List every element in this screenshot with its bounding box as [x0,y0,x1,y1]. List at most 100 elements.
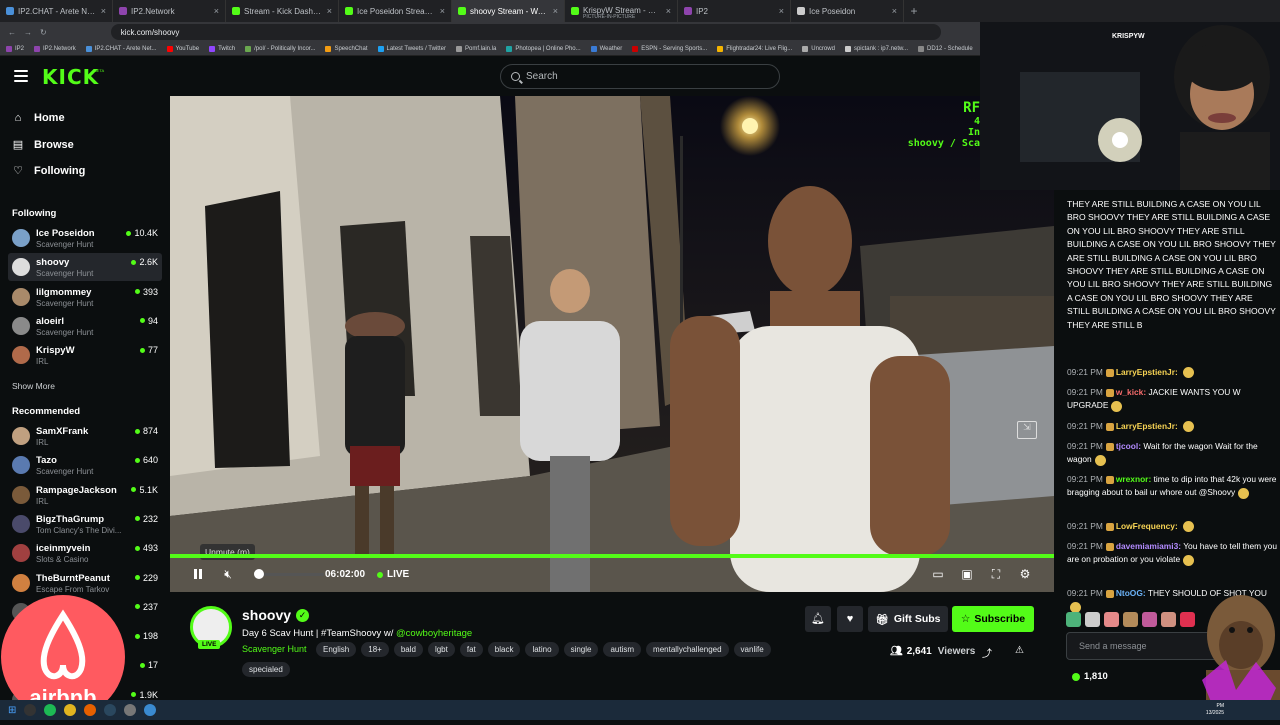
volume-knob[interactable] [254,569,264,579]
close-tab-icon[interactable]: × [440,6,445,16]
quick-emote-icon[interactable] [1066,612,1081,627]
nav-item-following[interactable]: ♡ Following [12,165,85,177]
tag-chip[interactable]: latino [525,642,559,657]
chat-username[interactable]: LowFrequency: [1116,521,1178,531]
notification-button[interactable]: 🔔︎ [805,606,831,632]
sidebar-channel[interactable]: lilgmommey Scavenger Hunt 393 [8,283,162,311]
sidebar-channel[interactable]: aloeirl Scavenger Hunt 94 [8,312,162,340]
bookmark-item[interactable]: Pomf.lain.la [455,45,496,52]
clip-button[interactable]: ▭ [930,566,946,582]
browser-tab[interactable]: Stream - Kick Dashboard × [226,0,339,22]
sidebar-channel[interactable]: SamXFrank IRL 874 [8,422,162,450]
share-button[interactable]: ⤴ [982,645,992,660]
volume-slider[interactable] [254,569,324,579]
steam-icon[interactable] [104,704,117,716]
bookmark-item[interactable]: IP2.CHAT - Arete Net... [85,45,157,52]
gift-subs-button[interactable]: 🎁︎ Gift Subs [868,606,948,632]
quick-emote-icon[interactable] [1161,612,1176,627]
forward-icon[interactable]: → [24,28,32,37]
sidebar-channel[interactable]: RampageJackson IRL 5.1K [8,481,162,509]
close-tab-icon[interactable]: × [553,6,558,16]
bookmark-item[interactable]: Uncrowd [802,45,835,52]
nav-item-home[interactable]: ⌂ Home [12,112,65,124]
bookmark-item[interactable]: /pol/ - Politically Incor... [245,45,315,52]
browser-tab[interactable]: KrispyW Stream - Watch LiPICTURE-IN-PICT… [565,0,678,22]
close-tab-icon[interactable]: × [779,6,784,16]
bookmark-item[interactable]: spictank : ip7.netw... [844,45,908,52]
settings-taskbar-icon[interactable] [124,704,137,716]
browser-tab[interactable]: IP2.CHAT - Arete Network × [0,0,113,22]
quick-emote-icon[interactable] [1142,612,1157,627]
tag-chip[interactable]: 18+ [361,642,389,657]
chat-username[interactable]: tjcool: [1116,441,1141,451]
kick-logo[interactable]: KICK [42,65,99,89]
tag-chip[interactable]: specialed [242,662,290,677]
bookmark-item[interactable]: ESPN - Serving Sports... [632,45,707,52]
live-indicator[interactable]: LIVE [377,569,409,580]
mention-link[interactable]: @cowboyheritage [396,628,472,639]
report-button[interactable]: ⚠ [1015,645,1024,656]
close-tab-icon[interactable]: × [327,6,332,16]
bookmark-item[interactable]: SpeechChat [325,45,368,52]
menu-icon[interactable] [14,70,28,82]
sidebar-channel[interactable]: iceinmyvein Slots & Casino 493 [8,539,162,567]
browser-tab[interactable]: IP2.Network × [113,0,226,22]
tag-chip[interactable]: autism [603,642,642,657]
search-taskbar-icon[interactable] [24,704,37,716]
tag-chip[interactable]: single [563,642,599,657]
sidebar-channel[interactable]: Tazo Scavenger Hunt 640 [8,451,162,479]
pip-webcam-window[interactable] [980,22,1280,190]
app-icon[interactable] [144,704,157,716]
close-tab-icon[interactable]: × [214,6,219,16]
chrome-icon[interactable] [64,704,77,716]
bookmark-item[interactable]: Weather [590,45,622,52]
search-input[interactable]: Search [500,64,780,89]
tag-chip[interactable]: vanlife [733,642,771,657]
bookmark-item[interactable]: Twitch [209,45,235,52]
tag-chip[interactable]: fat [459,642,483,657]
close-tab-icon[interactable]: × [101,6,106,16]
close-tab-icon[interactable]: × [666,6,671,16]
settings-button[interactable]: ⚙ [1017,566,1033,582]
subscribe-button[interactable]: ☆ Subscribe [952,606,1034,632]
quick-emote-icon[interactable] [1085,612,1100,627]
sidebar-channel[interactable]: Ice Poseidon Scavenger Hunt 10.4K [8,224,162,252]
tag-chip[interactable]: English [316,642,357,657]
nav-item-browse[interactable]: ▤ Browse [12,139,74,151]
tag-chip[interactable]: lgbt [427,642,455,657]
fullscreen-button[interactable]: ⛶ [988,566,1004,582]
reload-icon[interactable]: ↻ [40,28,47,37]
quick-emote-icon[interactable] [1123,612,1138,627]
chat-username[interactable]: wrexnor: [1116,474,1151,484]
quick-emote-icon[interactable] [1180,612,1195,627]
tag-chip[interactable]: bald [393,642,423,657]
sidebar-channel[interactable]: shoovy Scavenger Hunt 2.6K [8,253,162,282]
bookmark-item[interactable]: IP2.Network [34,45,76,52]
new-tab-button[interactable]: + [904,4,924,18]
bookmark-item[interactable]: YouTube [166,45,199,52]
bookmark-item[interactable]: DD12 - Schedule [917,45,973,52]
url-field[interactable]: kick.com/shoovy [110,24,941,40]
unmute-button[interactable]: 🔇︎ [220,566,236,582]
chat-username[interactable]: davemiamiami3: [1116,541,1181,551]
spotify-icon[interactable] [44,704,57,716]
windows-start-icon[interactable]: ⊞ [8,705,16,716]
firefox-icon[interactable] [84,704,97,716]
bookmark-item[interactable]: Photopea | Online Pho... [506,45,581,52]
theater-mode-button[interactable]: ▣ [959,566,975,582]
sidebar-channel[interactable]: BigzThaGrump Tom Clancy's The Divi... 232 [8,510,162,538]
pause-button[interactable] [190,566,206,582]
chat-username[interactable]: LarryEpstienJr: [1116,421,1178,431]
bookmark-item[interactable]: IP2 [6,45,24,52]
chat-username[interactable]: w_kick: [1116,387,1146,397]
channel-name[interactable]: shoovy ✓ [242,607,310,623]
follow-button[interactable]: ♥ [837,606,863,632]
bookmark-item[interactable]: Flightradar24: Live Flig... [717,45,792,52]
tag-chip[interactable]: mentallychallenged [646,642,729,657]
browser-tab[interactable]: IP2 × [678,0,791,22]
bookmark-item[interactable]: Latest Tweets / Twitter [377,45,446,52]
show-more-link[interactable]: Show More [12,381,55,391]
picture-in-picture-icon[interactable]: ⇲ [1017,421,1037,439]
video-player[interactable]: RF 4 In shoovy / Sca ⇲ Unmute (m) 🔇︎ 06:… [170,96,1054,592]
sidebar-channel[interactable]: KrispyW IRL 77 [8,341,162,369]
